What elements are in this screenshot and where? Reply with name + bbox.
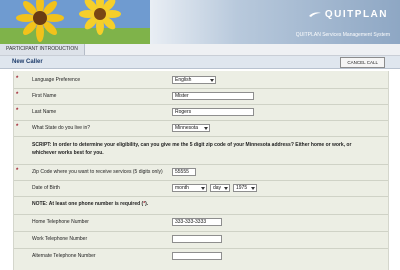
last-name-input[interactable]: Rogers bbox=[172, 108, 254, 116]
state-row: * What State do you live in? Minnesota bbox=[14, 121, 388, 135]
dob-year-select[interactable]: 1975 bbox=[233, 184, 257, 192]
alt-phone-row: Alternate Telephone Number bbox=[14, 249, 388, 264]
swoosh-icon bbox=[308, 12, 321, 17]
state-label: What State do you live in? bbox=[32, 125, 91, 131]
script-row: SCRIPT: In order to determine your eligi… bbox=[14, 137, 388, 163]
language-value: English bbox=[175, 77, 192, 83]
zip-label: Zip Code where you want to receive servi… bbox=[32, 169, 163, 175]
dob-label: Date of Birth bbox=[32, 185, 60, 191]
phone-note: NOTE: At least one phone number is requi… bbox=[32, 201, 148, 207]
dob-day-value: day bbox=[213, 185, 222, 191]
required-star-icon: * bbox=[16, 108, 19, 114]
last-name-label: Last Name bbox=[32, 109, 57, 115]
zip-input[interactable]: 55555 bbox=[172, 168, 196, 176]
note-text: NOTE: At least one phone number is requi… bbox=[32, 201, 144, 207]
dob-row: Date of Birth month day 1975 bbox=[14, 181, 388, 195]
sunflower-banner-image bbox=[0, 0, 165, 44]
brand-name: QUITPLAN bbox=[324, 9, 388, 20]
brand-bar: QUITPLAN QUITPLAN Services Management Sy… bbox=[150, 0, 400, 44]
state-value: Minnesota bbox=[175, 125, 199, 131]
dob-year-value: 1975 bbox=[236, 185, 248, 191]
page-title: New Caller bbox=[12, 59, 43, 65]
dob-month-select[interactable]: month bbox=[172, 184, 207, 192]
script-instruction: SCRIPT: In order to determine your eligi… bbox=[32, 142, 352, 156]
language-row: * Language Preference English bbox=[14, 73, 388, 87]
language-label: Language Preference bbox=[32, 77, 81, 83]
nav-strip: PARTICIPANT INTRODUCTION bbox=[0, 44, 400, 56]
required-star-icon: * bbox=[16, 124, 19, 130]
required-star-icon: * bbox=[16, 92, 19, 98]
last-name-row: * Last Name Rogers bbox=[14, 105, 388, 119]
app-header: QUITPLAN QUITPLAN Services Management Sy… bbox=[0, 0, 400, 44]
script-text: SCRIPT: In order to determine your eligi… bbox=[32, 141, 362, 157]
state-select[interactable]: Minnesota bbox=[172, 124, 210, 132]
tab-participant-introduction[interactable]: PARTICIPANT INTRODUCTION bbox=[0, 44, 85, 55]
home-phone-input[interactable]: 333-333-3333 bbox=[172, 218, 222, 226]
home-phone-label: Home Telephone Number bbox=[32, 219, 89, 225]
first-name-input[interactable]: Mister bbox=[172, 92, 254, 100]
cancel-call-button[interactable]: CANCEL CALL bbox=[340, 57, 385, 68]
dob-day-select[interactable]: day bbox=[210, 184, 230, 192]
work-phone-row: Work Telephone Number bbox=[14, 232, 388, 247]
home-phone-row: Home Telephone Number 333-333-3333 bbox=[14, 215, 388, 230]
first-name-row: * First Name Mister bbox=[14, 89, 388, 103]
note-end: ). bbox=[145, 201, 149, 207]
required-star-icon: * bbox=[16, 76, 19, 82]
language-select[interactable]: English bbox=[172, 76, 216, 84]
required-star-icon: * bbox=[16, 168, 19, 174]
quitplan-logo: QUITPLAN bbox=[308, 9, 388, 20]
note-row: NOTE: At least one phone number is requi… bbox=[14, 197, 388, 213]
caller-form: * Language Preference English * First Na… bbox=[13, 71, 389, 270]
work-phone-label: Work Telephone Number bbox=[32, 236, 88, 242]
dob-month-value: month bbox=[175, 185, 189, 191]
zip-row: * Zip Code where you want to receive ser… bbox=[14, 165, 388, 179]
first-name-label: First Name bbox=[32, 93, 57, 99]
work-phone-input[interactable] bbox=[172, 235, 222, 243]
page-title-bar: New Caller CANCEL CALL bbox=[0, 56, 400, 69]
system-subtitle: QUITPLAN Services Management System bbox=[295, 32, 390, 38]
alt-phone-label: Alternate Telephone Number bbox=[32, 253, 96, 259]
alt-phone-input[interactable] bbox=[172, 252, 222, 260]
